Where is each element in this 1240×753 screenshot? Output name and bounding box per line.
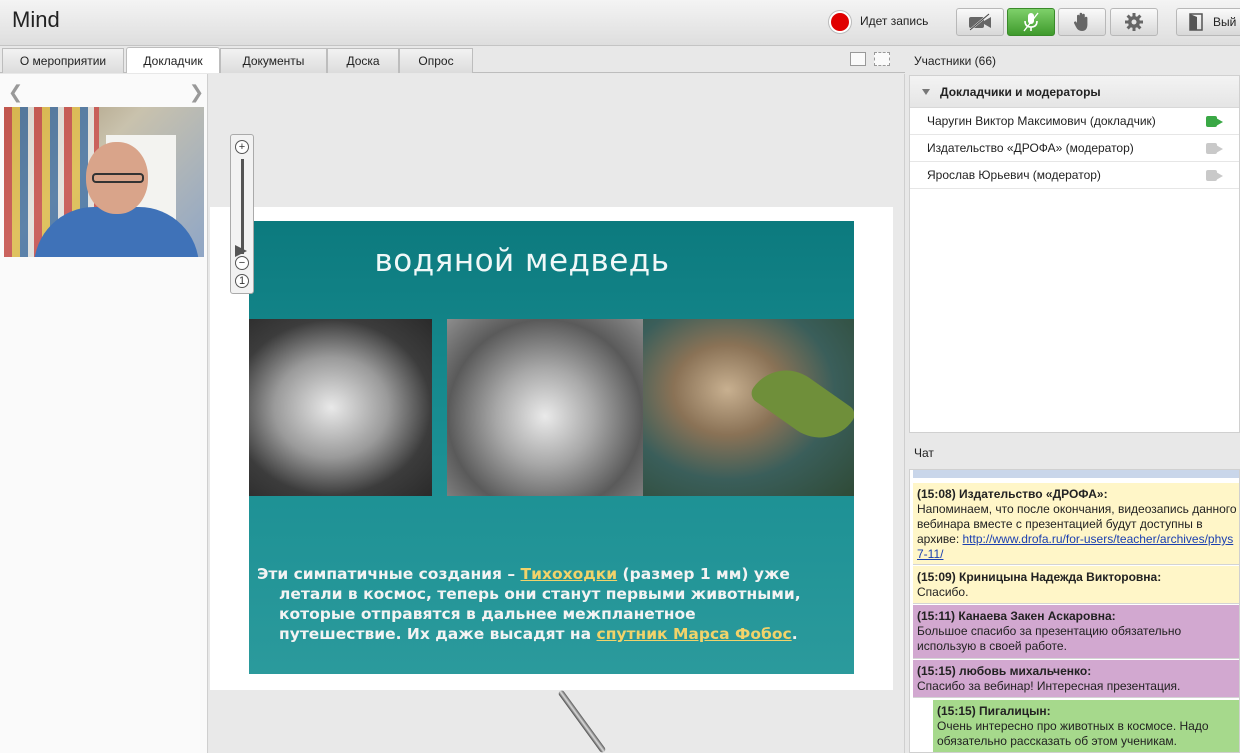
camera-active-icon — [1206, 116, 1223, 127]
tab-board[interactable]: Доска — [327, 48, 399, 73]
gear-icon — [1125, 13, 1143, 31]
participants-group-header[interactable]: Докладчики и модераторы — [910, 76, 1239, 108]
speaker-glasses — [92, 173, 144, 183]
zoom-control[interactable]: + − 1 — [230, 134, 254, 294]
speaker-video-pane: ❮ ❯ — [0, 74, 208, 753]
raise-hand-button[interactable] — [1058, 8, 1106, 36]
camera-inactive-icon — [1206, 170, 1223, 181]
chat-message: (15:15) любовь михальченко: Спасибо за в… — [913, 660, 1239, 698]
chat-log[interactable]: (15:08) Издательство «ДРОФА»: Напоминаем… — [909, 469, 1240, 753]
chat-author: Криницына Надежда Викторовна: — [959, 570, 1162, 584]
participant-row[interactable]: Издательство «ДРОФА» (модератор) — [910, 135, 1239, 162]
presentation-area: водяной медведь Эти симпатичные создания… — [209, 74, 905, 753]
chat-author: Издательство «ДРОФА»: — [959, 487, 1108, 501]
camera-off-icon — [969, 13, 991, 31]
slide-text: Эти симпатичные создания – Тихоходки (ра… — [249, 564, 854, 644]
chat-message: (15:15) Пигалицын: Очень интересно про ж… — [933, 700, 1239, 752]
zoom-in-icon[interactable]: + — [235, 140, 249, 154]
speaker-video[interactable] — [4, 107, 204, 257]
chat-time: (15:09) — [917, 570, 956, 584]
tab-event-info[interactable]: О мероприятии — [2, 48, 124, 73]
chat-text: Спасибо. — [917, 585, 969, 599]
window-mode-icon[interactable] — [850, 52, 866, 66]
moss-leaf — [747, 354, 854, 454]
chevron-right-icon[interactable]: ❯ — [189, 82, 204, 103]
raise-hand-icon — [1073, 12, 1088, 31]
slide-image-tardigrade-color — [643, 319, 854, 496]
slide-link-phobos[interactable]: спутник Марса Фобос — [597, 625, 792, 643]
microphone-icon — [1023, 12, 1039, 32]
laser-pointer-icon — [557, 689, 607, 753]
settings-button[interactable] — [1110, 8, 1158, 36]
chat-previous-message-edge — [913, 470, 1239, 478]
chat-author: Канаева Закен Аскаровна: — [958, 609, 1116, 623]
chat-text: Спасибо за вебинар! Интересная презентац… — [917, 679, 1181, 693]
slide-text-part: путешествие. Их даже высадят на — [279, 625, 597, 643]
slide-text-part: Эти симпатичные создания – — [257, 565, 521, 583]
chat-time: (15:08) — [917, 487, 956, 501]
tab-documents[interactable]: Документы — [220, 48, 327, 73]
recording-indicator-icon — [829, 11, 851, 33]
microphone-toggle-button[interactable] — [1007, 8, 1055, 36]
chat-time: (15:11) — [917, 609, 956, 623]
participant-name: Ярослав Юрьевич (модератор) — [927, 168, 1101, 182]
right-pane: Участники (66) Докладчики и модераторы Ч… — [906, 46, 1240, 753]
participant-row[interactable]: Ярослав Юрьевич (модератор) — [910, 162, 1239, 189]
chat-message: (15:08) Издательство «ДРОФА»: Напоминаем… — [913, 483, 1239, 565]
slide-image-tardigrade-sem-1 — [249, 319, 432, 496]
chat-message: (15:11) Канаева Закен Аскаровна: Большое… — [913, 605, 1239, 659]
collapse-triangle-icon — [922, 88, 930, 95]
app-title: Mind — [12, 7, 60, 32]
zoom-out-icon[interactable]: − — [235, 256, 249, 270]
tab-poll[interactable]: Опрос — [399, 48, 473, 73]
exit-button[interactable]: Вый — [1176, 8, 1240, 36]
participants-list: Докладчики и модераторы Чаругин Виктор М… — [909, 75, 1240, 433]
chat-time: (15:15) — [937, 704, 976, 718]
tab-speaker[interactable]: Докладчик — [126, 47, 220, 73]
chat-author: Пигалицын: — [979, 704, 1051, 718]
camera-toggle-button[interactable] — [956, 8, 1004, 36]
slide-page: водяной медведь Эти симпатичные создания… — [210, 207, 893, 690]
slide-link-tardigrades[interactable]: Тихоходки — [521, 565, 618, 583]
chat-message: (15:09) Криницына Надежда Викторовна: Сп… — [913, 566, 1239, 604]
zoom-slider-track[interactable] — [241, 159, 244, 254]
view-controls — [850, 52, 890, 66]
participant-name: Издательство «ДРОФА» (модератор) — [927, 141, 1134, 155]
chat-text: Большое спасибо за презентацию обязатель… — [917, 624, 1182, 653]
participants-group-label: Докладчики и модераторы — [940, 84, 1101, 99]
chat-time: (15:15) — [917, 664, 956, 678]
participants-header: Участники (66) — [914, 54, 997, 68]
slide-text-line: летали в космос, теперь они станут первы… — [279, 585, 801, 603]
exit-label: Вый — [1213, 15, 1237, 29]
slide-text-part: . — [791, 625, 798, 643]
chat-author: любовь михальченко: — [959, 664, 1092, 678]
slide-title: водяной медведь — [374, 243, 670, 279]
chat-archive-link[interactable]: http://www.drofa.ru/for-users/teacher/ar… — [917, 532, 1233, 561]
chevron-left-icon[interactable]: ❮ — [8, 82, 23, 103]
participant-name: Чаругин Виктор Максимович (докладчик) — [927, 114, 1156, 128]
recording-label: Идет запись — [860, 14, 929, 28]
top-bar: Mind Идет запись Вый — [0, 0, 1240, 46]
camera-inactive-icon — [1206, 143, 1223, 154]
fullscreen-icon[interactable] — [874, 52, 890, 66]
zoom-reset-icon[interactable]: 1 — [235, 274, 249, 288]
slide-image-tardigrade-sem-2 — [447, 319, 643, 496]
participant-row[interactable]: Чаругин Виктор Максимович (докладчик) — [910, 108, 1239, 135]
slide-text-part: (размер 1 мм) уже — [617, 565, 790, 583]
chat-text: Очень интересно про животных в космосе. … — [937, 719, 1209, 748]
slide-text-line: которые отправятся в дальнее межпланетно… — [279, 605, 696, 623]
chat-header: Чат — [914, 446, 934, 460]
tab-bar: О мероприятии Докладчик Документы Доска … — [0, 46, 905, 73]
slide: водяной медведь Эти симпатичные создания… — [249, 221, 854, 674]
exit-door-icon — [1189, 13, 1203, 31]
